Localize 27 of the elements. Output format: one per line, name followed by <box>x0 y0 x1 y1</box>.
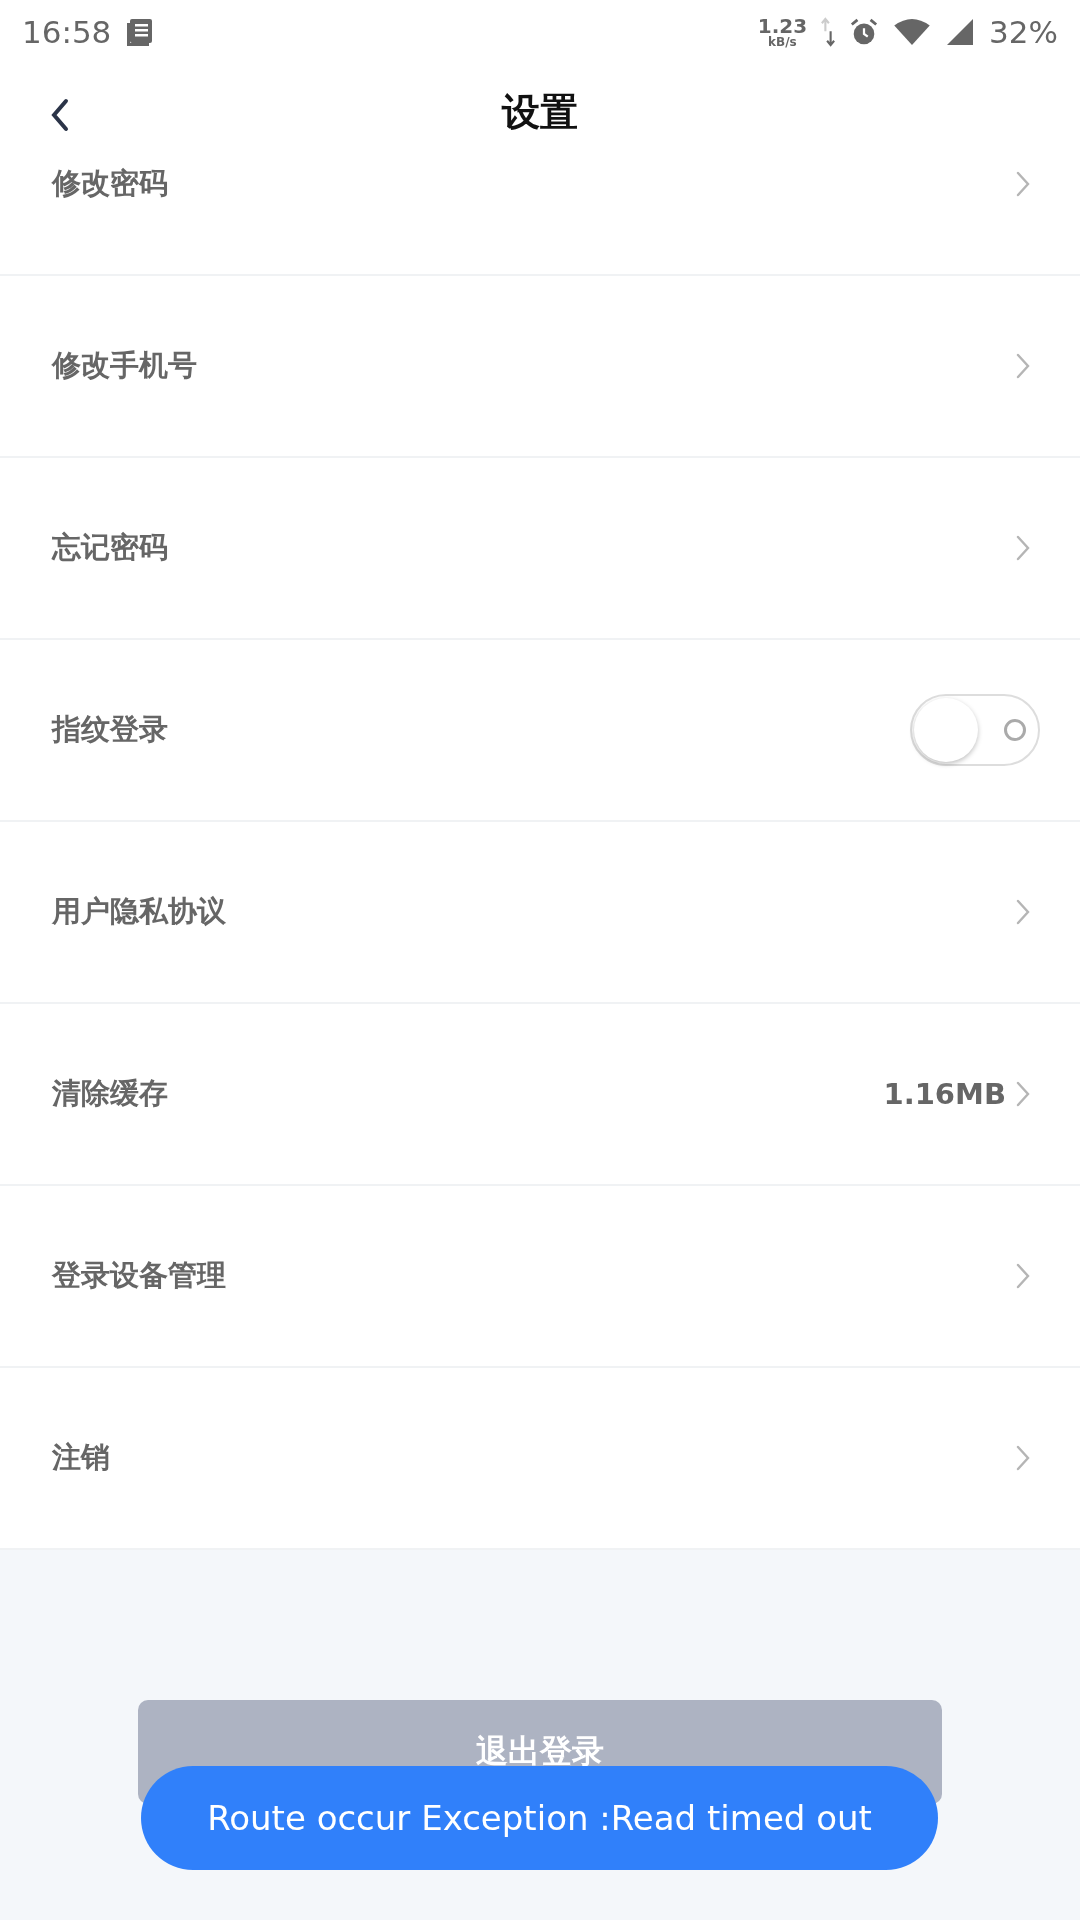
chevron-icon <box>1016 535 1030 561</box>
chevron-icon <box>1016 171 1030 197</box>
settings-row[interactable]: 用户隐私协议 <box>0 822 1080 1004</box>
settings-row[interactable]: 注销 <box>0 1368 1080 1550</box>
chevron-icon <box>1016 353 1030 379</box>
chevron-icon <box>1016 1081 1030 1107</box>
settings-row[interactable]: 修改手机号 <box>0 276 1080 458</box>
chevron-icon <box>1016 1263 1030 1289</box>
toast-message: Route occur Exception :Read timed out <box>141 1766 938 1870</box>
network-speed: 1.23 <box>757 16 808 36</box>
clock-time: 16:58 <box>22 14 112 50</box>
settings-row[interactable]: 指纹登录 <box>0 640 1080 822</box>
alarm-icon <box>849 17 880 47</box>
chevron-icon <box>1016 1445 1030 1471</box>
settings-row[interactable]: 登录设备管理 <box>0 1186 1080 1368</box>
page-title: 设置 <box>502 88 578 136</box>
cache-size: 1.16MB <box>883 1077 1006 1111</box>
wifi-icon <box>893 18 932 46</box>
settings-row[interactable]: 修改密码 <box>0 160 1080 276</box>
speed-unit: kB/s <box>768 36 797 48</box>
back-icon[interactable] <box>50 98 70 132</box>
chevron-icon <box>1016 899 1030 925</box>
settings-row[interactable]: 清除缓存 1.16MB <box>0 1004 1080 1186</box>
settings-row[interactable]: 忘记密码 <box>0 458 1080 640</box>
battery-percent: 32% <box>989 14 1058 50</box>
data-arrows-icon <box>821 16 836 48</box>
signal-icon <box>945 17 976 47</box>
